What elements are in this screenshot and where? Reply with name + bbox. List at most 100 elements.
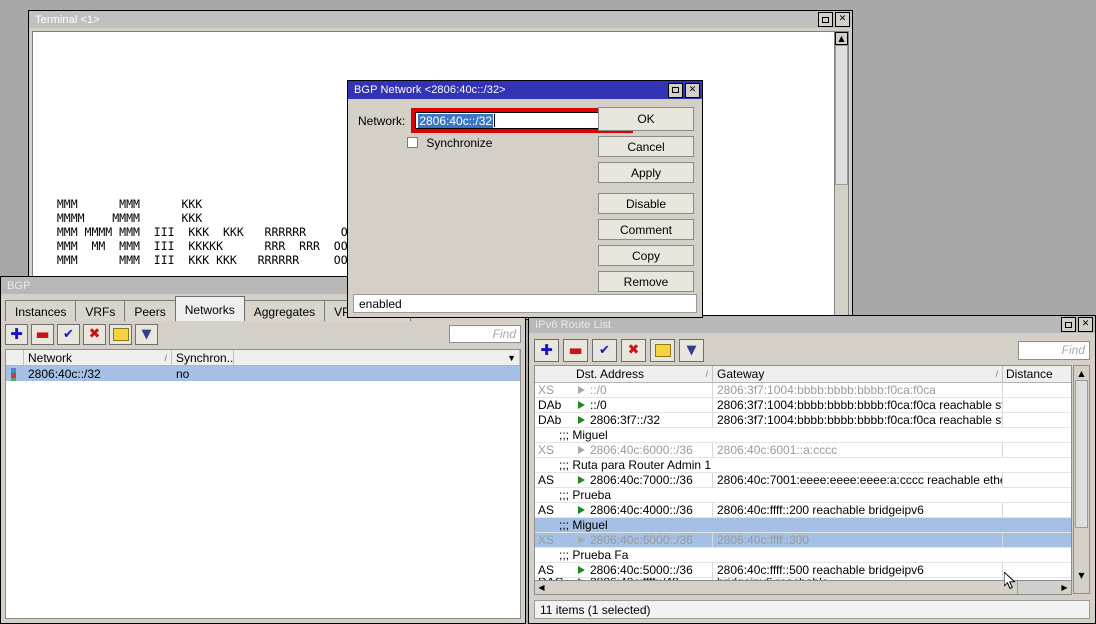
scroll-right-icon[interactable]: ▶ — [1058, 581, 1071, 594]
cell-distance — [1003, 443, 1071, 457]
dialog-body: Network: 2806:40c::/32 Synchronize OK Ca… — [348, 99, 702, 317]
ok-button[interactable]: OK — [598, 107, 694, 131]
network-input-value: 2806:40c::/32 — [418, 114, 493, 128]
scroll-up-icon[interactable]: ▲ — [835, 32, 848, 45]
cancel-button[interactable]: Cancel — [598, 136, 694, 157]
header-network[interactable]: Network/ — [24, 350, 172, 365]
comment-button[interactable]: Comment — [598, 219, 694, 240]
routes-find-input[interactable]: Find — [1018, 341, 1090, 360]
tab-networks[interactable]: Networks — [175, 296, 245, 321]
routes-rows-container[interactable]: XS::/02806:3f7:1004:bbbb:bbbb:bbbb:f0ca:… — [535, 383, 1071, 586]
comment-button[interactable] — [109, 324, 132, 345]
cell-flags: XS — [535, 383, 572, 397]
terminal-window-buttons: ✕ — [818, 12, 850, 27]
cross-icon: ✖ — [628, 343, 640, 357]
route-comment-row[interactable]: ;;; Miguel — [535, 428, 1071, 443]
comment-route-button[interactable] — [650, 339, 675, 362]
routes-vertical-scrollbar[interactable]: ▲ ▼ — [1073, 365, 1090, 594]
tab-instances[interactable]: Instances — [5, 300, 76, 321]
copy-button[interactable]: Copy — [598, 245, 694, 266]
table-row[interactable]: 2806:40c::/32 no — [6, 366, 520, 381]
filter-icon: ▼ — [687, 344, 697, 357]
route-comment-row[interactable]: ;;; Prueba — [535, 488, 1071, 503]
remove-button[interactable]: ▬ — [31, 324, 54, 345]
close-icon[interactable]: ✕ — [1078, 317, 1093, 332]
header-gateway[interactable]: Gateway/ — [713, 366, 1003, 382]
cell-distance — [1003, 383, 1071, 397]
terminal-titlebar[interactable]: Terminal <1> ✕ — [29, 11, 852, 28]
remove-route-button[interactable]: ▬ — [563, 339, 588, 362]
bgp-networks-grid[interactable]: Network/ Synchron... ▼ 2806:40c::/32 no — [5, 349, 521, 619]
maximize-icon[interactable] — [668, 83, 683, 98]
add-route-button[interactable]: ✚ — [534, 339, 559, 362]
scroll-thumb[interactable] — [835, 45, 848, 185]
disable-button[interactable]: Disable — [598, 193, 694, 214]
apply-button[interactable]: Apply — [598, 162, 694, 183]
table-row[interactable]: DAb2806:3f7::/322806:3f7:1004:bbbb:bbbb:… — [535, 413, 1071, 428]
close-icon[interactable]: ✕ — [685, 83, 700, 98]
tab-aggregates[interactable]: Aggregates — [244, 300, 325, 321]
terminal-vertical-scrollbar[interactable]: ▲ — [834, 31, 849, 316]
cell-dst-address: ::/0 — [590, 383, 713, 397]
route-comment-row[interactable]: ;;; Miguel — [535, 518, 1071, 533]
filter-button[interactable]: ▼ — [135, 324, 158, 345]
maximize-icon[interactable] — [1061, 317, 1076, 332]
routes-grid[interactable]: Dst. Address/ Gateway/ Distance XS::/028… — [534, 365, 1072, 594]
remove-button[interactable]: Remove — [598, 271, 694, 292]
bgp-network-dialog[interactable]: BGP Network <2806:40c::/32> ✕ Network: 2… — [347, 80, 703, 318]
dialog-button-column: OK Cancel Apply Disable Comment Copy Rem… — [598, 107, 694, 297]
cell-flags: XS — [535, 533, 572, 547]
enable-button[interactable]: ✔ — [57, 324, 80, 345]
header-menu[interactable]: ▼ — [234, 350, 520, 365]
table-row[interactable]: AS2806:40c:5000::/362806:40c:ffff::500 r… — [535, 563, 1071, 578]
filter-route-button[interactable]: ▼ — [679, 339, 704, 362]
synchronize-row[interactable]: Synchronize — [407, 136, 492, 150]
dialog-window-buttons: ✕ — [668, 83, 700, 98]
enable-route-button[interactable]: ✔ — [592, 339, 617, 362]
route-comment-row[interactable]: ;;; Prueba Fa — [535, 548, 1071, 563]
row-status-icon — [6, 366, 24, 381]
synchronize-checkbox[interactable] — [407, 137, 418, 148]
table-row[interactable]: DAb::/02806:3f7:1004:bbbb:bbbb:bbbb:f0ca… — [535, 398, 1071, 413]
routes-titlebar[interactable]: IPv6 Route List ✕ — [529, 316, 1095, 333]
routes-status-bar: 11 items (1 selected) — [534, 600, 1090, 619]
table-row[interactable]: AS2806:40c:4000::/362806:40c:ffff::200 r… — [535, 503, 1071, 518]
table-row[interactable]: XS2806:40c:6000::/362806:40c:6001::a:ccc… — [535, 443, 1071, 458]
bgp-toolbar[interactable]: ✚ ▬ ✔ ✖ ▼ Find — [5, 321, 521, 347]
scroll-thumb[interactable] — [1075, 380, 1088, 528]
maximize-icon[interactable] — [818, 12, 833, 27]
bgp-find-input[interactable]: Find — [449, 325, 521, 343]
comment-text: ;;; Miguel — [535, 518, 1071, 532]
dialog-titlebar[interactable]: BGP Network <2806:40c::/32> ✕ — [348, 81, 702, 99]
table-row[interactable]: XS::/02806:3f7:1004:bbbb:bbbb:bbbb:f0ca:… — [535, 383, 1071, 398]
minus-icon: ▬ — [568, 343, 582, 358]
bgp-window[interactable]: BGP Instances VRFs Peers Networks Aggreg… — [0, 276, 526, 624]
table-row[interactable]: AS2806:40c:7000::/362806:40c:7001:eeee:e… — [535, 473, 1071, 488]
scroll-up-icon[interactable]: ▲ — [1074, 366, 1089, 380]
cell-gateway: 2806:3f7:1004:bbbb:bbbb:bbbb:f0ca:f0ca r… — [713, 398, 1003, 412]
scroll-down-icon[interactable]: ▼ — [1074, 568, 1089, 582]
header-synchronize[interactable]: Synchron... — [172, 350, 234, 365]
route-comment-row[interactable]: ;;; Ruta para Router Admin 1 — [535, 458, 1071, 473]
table-row[interactable]: XS2806:40c:6000::/362806:40c:ffff::300 — [535, 533, 1071, 548]
folder-icon — [655, 344, 671, 357]
chevron-down-icon: ▼ — [507, 353, 516, 363]
cell-gateway: 2806:3f7:1004:bbbb:bbbb:bbbb:f0ca:f0ca r… — [713, 413, 1003, 427]
h-scroll-thumb[interactable] — [1017, 581, 1058, 594]
disable-button[interactable]: ✖ — [83, 324, 106, 345]
bgp-grid-header: Network/ Synchron... ▼ — [6, 350, 520, 366]
routes-horizontal-scrollbar[interactable]: ◀ ▶ — [534, 580, 1072, 595]
routes-toolbar[interactable]: ✚ ▬ ✔ ✖ ▼ Find — [534, 336, 1090, 364]
routes-title: IPv6 Route List — [535, 319, 1061, 331]
header-dst-address[interactable]: Dst. Address/ — [572, 366, 713, 382]
tab-vrfs[interactable]: VRFs — [75, 300, 125, 321]
scroll-left-icon[interactable]: ◀ — [535, 581, 548, 594]
disable-route-button[interactable]: ✖ — [621, 339, 646, 362]
cell-distance — [1003, 398, 1071, 412]
header-distance[interactable]: Distance — [1003, 366, 1071, 382]
route-direction-icon — [572, 383, 590, 397]
tab-peers[interactable]: Peers — [124, 300, 175, 321]
network-input[interactable]: 2806:40c::/32 — [415, 112, 607, 129]
add-button[interactable]: ✚ — [5, 324, 28, 345]
close-icon[interactable]: ✕ — [835, 12, 850, 27]
